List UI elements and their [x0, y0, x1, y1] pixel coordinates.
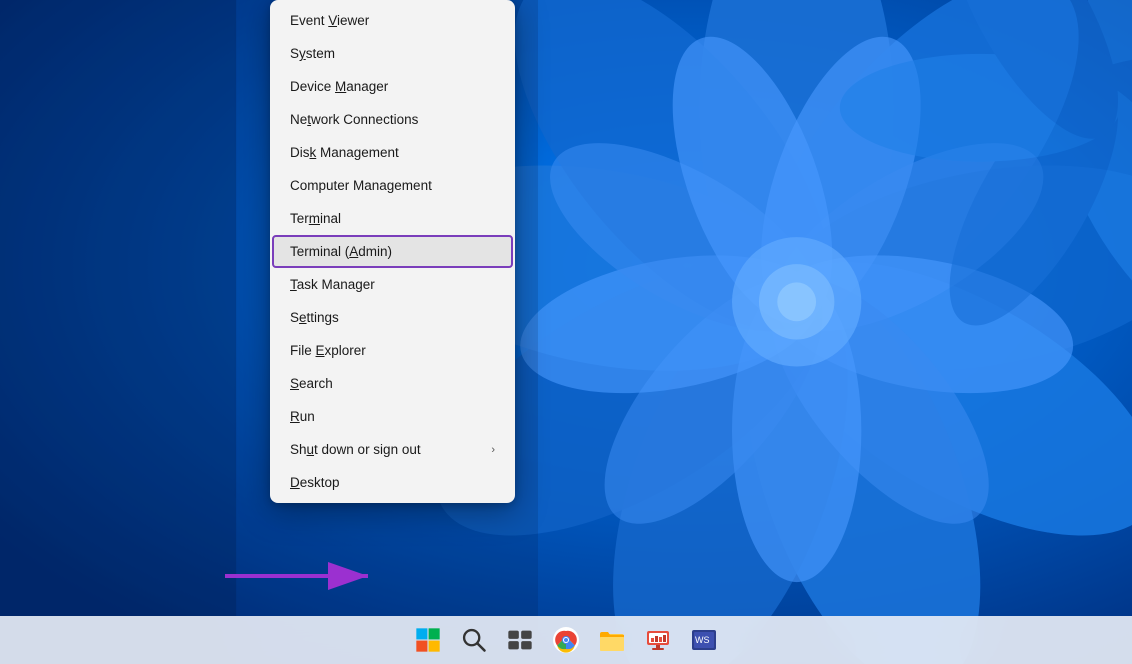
menu-item-label: Task Manager — [290, 277, 375, 292]
menu-item-label: Terminal (Admin) — [290, 244, 392, 259]
taskbar: WS — [0, 616, 1132, 664]
menu-item-label: Computer Management — [290, 178, 432, 193]
menu-item-label: Settings — [290, 310, 339, 325]
menu-item-settings[interactable]: Settings — [270, 301, 515, 334]
start-button[interactable] — [406, 618, 450, 662]
arrow-annotation — [220, 551, 380, 606]
menu-item-shutdown[interactable]: Shut down or sign out › — [270, 433, 515, 466]
menu-item-system[interactable]: System — [270, 37, 515, 70]
menu-item-search[interactable]: Search — [270, 367, 515, 400]
taskbar-search-button[interactable] — [452, 618, 496, 662]
menu-item-label: Terminal — [290, 211, 341, 226]
desktop-background — [0, 0, 1132, 664]
menu-item-label: Desktop — [290, 475, 340, 490]
menu-item-terminal-admin[interactable]: Terminal (Admin) — [272, 235, 513, 268]
menu-item-label: Shut down or sign out — [290, 442, 421, 457]
menu-item-run[interactable]: Run — [270, 400, 515, 433]
taskbar-file-explorer-button[interactable] — [590, 618, 634, 662]
menu-item-label: System — [290, 46, 335, 61]
taskbar-icons: WS — [406, 618, 726, 662]
taskbar-app6-button[interactable]: WS — [682, 618, 726, 662]
menu-item-computer-management[interactable]: Computer Management — [270, 169, 515, 202]
menu-item-network-connections[interactable]: Network Connections — [270, 103, 515, 136]
menu-item-task-manager[interactable]: Task Manager — [270, 268, 515, 301]
taskbar-task-view-button[interactable] — [498, 618, 542, 662]
menu-item-label: Event Viewer — [290, 13, 369, 28]
menu-item-label: File Explorer — [290, 343, 366, 358]
menu-item-desktop[interactable]: Desktop — [270, 466, 515, 499]
context-menu: Event Viewer System Device Manager Netwo… — [270, 0, 515, 503]
menu-item-label: Network Connections — [290, 112, 418, 127]
menu-item-label: Disk Management — [290, 145, 399, 160]
menu-item-label: Run — [290, 409, 315, 424]
taskbar-chrome-button[interactable] — [544, 618, 588, 662]
menu-item-device-manager[interactable]: Device Manager — [270, 70, 515, 103]
taskbar-app5-button[interactable] — [636, 618, 680, 662]
menu-item-terminal[interactable]: Terminal — [270, 202, 515, 235]
svg-text:WS: WS — [695, 635, 710, 645]
menu-item-label: Device Manager — [290, 79, 388, 94]
menu-item-label: Search — [290, 376, 333, 391]
menu-item-event-viewer[interactable]: Event Viewer — [270, 4, 515, 37]
menu-item-file-explorer[interactable]: File Explorer — [270, 334, 515, 367]
submenu-arrow-icon: › — [491, 444, 495, 456]
menu-item-disk-management[interactable]: Disk Management — [270, 136, 515, 169]
